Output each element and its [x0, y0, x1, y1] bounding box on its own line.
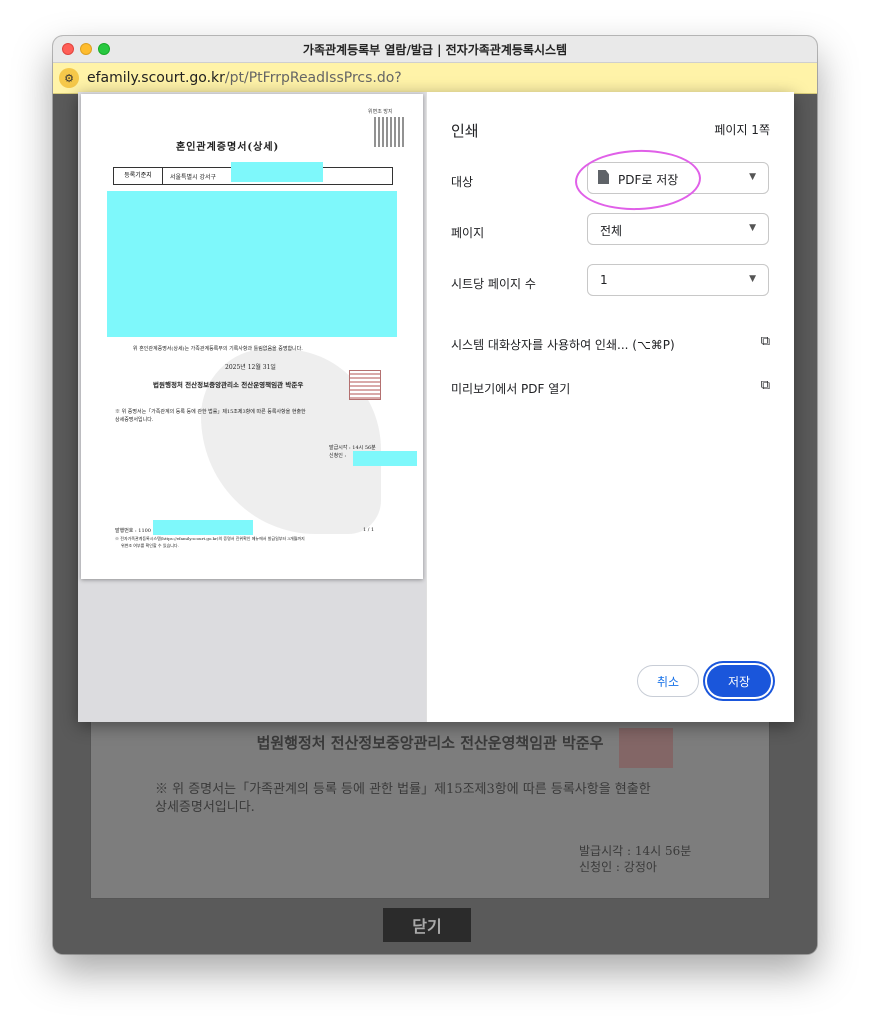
preview-issue-time: 발급시각 : 14시 56분 — [329, 445, 376, 451]
close-button[interactable]: 닫기 — [383, 908, 471, 942]
url-path: /pt/PtFrrpReadIssPrcs.do? — [224, 70, 402, 86]
site-settings-icon[interactable]: ⚙ — [59, 68, 79, 88]
chevron-down-icon: ▼ — [749, 274, 756, 284]
chevron-down-icon: ▼ — [749, 223, 756, 233]
redaction-block — [107, 191, 397, 337]
annotation-highlight-circle — [573, 147, 703, 213]
row-value: 서울특별시 강서구 — [170, 174, 217, 181]
row-label: 등록기준지 — [114, 168, 163, 184]
footer-line1: ※ 전자가족관계등록시스템(https://efamily.scourt.go.… — [115, 536, 305, 541]
bg-seal-stamp — [619, 728, 673, 768]
open-preview-link[interactable]: 미리보기에서 PDF 열기 — [451, 380, 570, 397]
page-count: 페이지 1쪽 — [714, 123, 770, 137]
preview-applicant: 신청인 : — [329, 453, 347, 459]
per-sheet-value: 1 — [600, 273, 608, 287]
doc-number: 발행번호 : 1100 — [115, 528, 151, 534]
browser-window: 가족관계등록부 열람/발급 | 전자가족관계등록시스템 ⚙ efamily.sc… — [53, 36, 817, 954]
redaction-block — [353, 451, 417, 466]
print-title: 인쇄 — [451, 122, 479, 140]
print-dialog: 위변조 방지 혼인관계증명서(상세) 등록기준지 서울특별시 강서구 위 혼인관… — [78, 92, 794, 722]
url-host: efamily.scourt.go.kr — [87, 70, 225, 86]
note-line1: ※ 위 증명서는「가족관계의 등록 등에 관한 법률」제15조제3항에 따른 등… — [115, 409, 306, 415]
note-line2: 상세증명서입니다. — [115, 417, 154, 423]
qr-code — [374, 117, 406, 147]
chevron-down-icon: ▼ — [749, 172, 756, 182]
doc-title: 혼인관계증명서(상세) — [176, 142, 280, 153]
issuer-name: 법원행정처 전산정보중앙관리소 전산운영책임관 박준우 — [153, 381, 304, 389]
print-preview-pane[interactable]: 위변조 방지 혼인관계증명서(상세) 등록기준지 서울특별시 강서구 위 혼인관… — [78, 92, 426, 722]
title-bar: 가족관계등록부 열람/발급 | 전자가족관계등록시스템 — [53, 36, 817, 63]
per-sheet-select[interactable]: 1 ▼ — [587, 264, 769, 296]
bg-issue-time: 발급시각 : 14시 56분 — [579, 844, 692, 858]
destination-label: 대상 — [451, 175, 474, 189]
external-link-icon[interactable]: ⧉ — [761, 378, 770, 393]
print-settings-panel: 인쇄 페이지 1쪽 대상 PDF로 저장 ▼ 페이지 전체 ▼ 시트당 페이지 … — [427, 92, 794, 722]
bg-applicant: 신청인 : 강정아 — [579, 860, 657, 874]
redaction-block — [231, 162, 323, 182]
certify-text: 위 혼인관계증명서(상세)는 가족관계등록부의 기록사항과 틀림없음을 증명합니… — [133, 346, 303, 352]
window-title: 가족관계등록부 열람/발급 | 전자가족관계등록시스템 — [302, 43, 568, 57]
system-dialog-link[interactable]: 시스템 대화상자를 사용하여 인쇄... (⌥⌘P) — [451, 336, 675, 353]
external-link-icon[interactable]: ⧉ — [761, 334, 770, 349]
bg-note-line1: ※ 위 증명서는「가족관계의 등록 등에 관한 법률」제15조제3항에 따른 등… — [155, 782, 651, 797]
pages-label: 페이지 — [451, 226, 485, 240]
seal-stamp — [349, 370, 381, 400]
preview-page: 위변조 방지 혼인관계증명서(상세) 등록기준지 서울특별시 강서구 위 혼인관… — [81, 94, 423, 579]
cancel-button[interactable]: 취소 — [637, 665, 699, 697]
footer-line2: 위변조 여부를 확인할 수 있습니다. — [121, 543, 179, 548]
url-text[interactable]: efamily.scourt.go.kr/pt/PtFrrpReadIssPrc… — [87, 70, 402, 86]
save-button[interactable]: 저장 — [707, 665, 771, 697]
bg-note-line2: 상세증명서입니다. — [155, 800, 255, 815]
address-bar[interactable]: ⚙ efamily.scourt.go.kr/pt/PtFrrpReadIssP… — [53, 63, 817, 94]
qr-label: 위변조 방지 — [368, 109, 393, 115]
redaction-block — [153, 520, 253, 535]
background-document: 법원행정처 전산정보중앙관리소 전산운영책임관 박준우 ※ 위 증명서는「가족관… — [90, 721, 770, 899]
pages-value: 전체 — [600, 224, 623, 238]
issue-date: 2025년 12월 31일 — [225, 364, 276, 371]
page-number: 1 / 1 — [363, 527, 375, 533]
pages-select[interactable]: 전체 ▼ — [587, 213, 769, 245]
per-sheet-label: 시트당 페이지 수 — [451, 277, 536, 291]
